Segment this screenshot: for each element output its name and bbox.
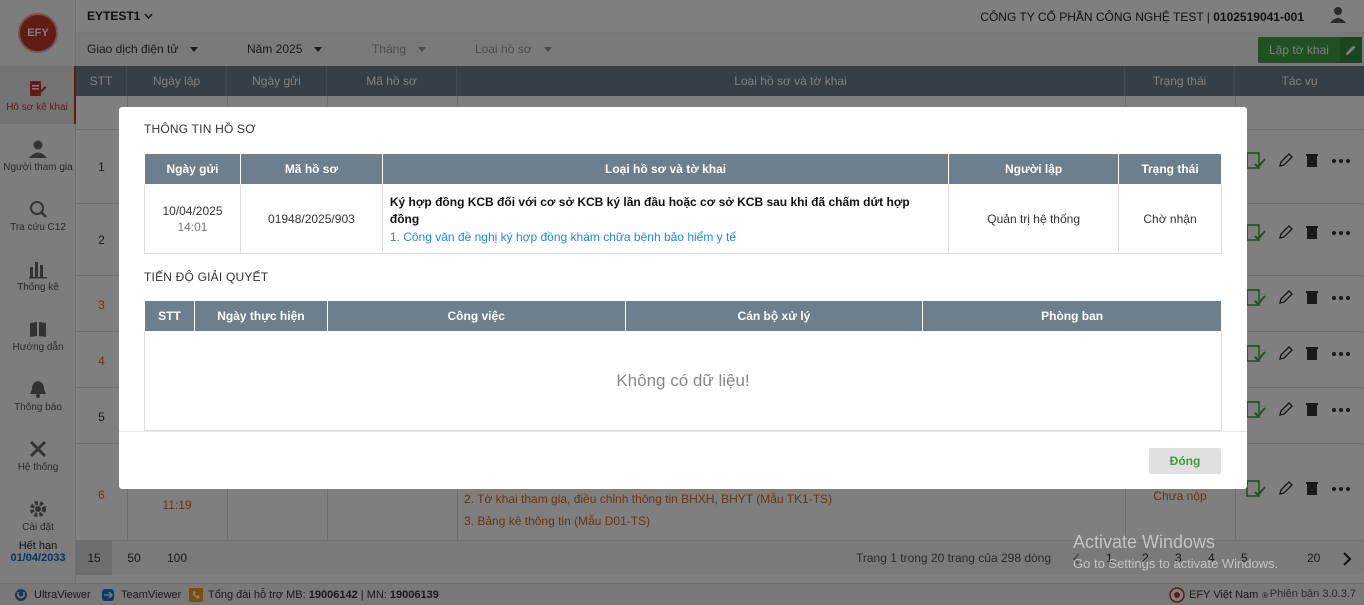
info-type-title: Ký hợp đồng KCB đối với cơ sở KCB ký lần… xyxy=(389,195,910,226)
windows-watermark-subtitle: Go to Settings to activate Windows. xyxy=(1073,556,1279,571)
windows-watermark-title: Activate Windows xyxy=(1073,532,1216,552)
progress-col-task: Công việc xyxy=(326,300,626,332)
empty-state: Không có dữ liệu! xyxy=(144,331,1222,431)
profile-info-table: Ngày gửi Mã hồ sơ Loại hồ sơ và tờ khai … xyxy=(144,153,1222,254)
info-col-creator: Người lập xyxy=(948,153,1120,185)
progress-col-stt: STT xyxy=(144,300,195,332)
modal-section-title-progress: TIẾN ĐỘ GIẢI QUYẾT xyxy=(144,270,269,284)
info-type-cell: Ký hợp đồng KCB đối với cơ sở KCB ký lần… xyxy=(381,184,950,254)
profile-info-modal: THÔNG TIN HỒ SƠ Ngày gửi Mã hồ sơ Loại h… xyxy=(119,107,1247,489)
info-time: 14:01 xyxy=(177,220,208,234)
info-col-type: Loại hồ sơ và tờ khai xyxy=(381,153,950,185)
info-sent-datetime: 10/04/2025 14:01 xyxy=(144,184,241,254)
info-date: 10/04/2025 xyxy=(162,204,223,218)
progress-col-department: Phòng ban xyxy=(922,300,1222,332)
info-creator: Quản trị hệ thống xyxy=(948,184,1120,254)
info-status: Chờ nhận xyxy=(1118,184,1222,254)
progress-col-date: Ngày thực hiện xyxy=(193,300,328,332)
info-col-status: Trạng thái xyxy=(1118,153,1222,185)
info-col-sent-date: Ngày gửi xyxy=(144,153,241,185)
close-button[interactable]: Đóng xyxy=(1149,448,1221,474)
info-code: 01948/2025/903 xyxy=(239,184,383,254)
modal-section-title-info: THÔNG TIN HỒ SƠ xyxy=(144,122,256,136)
info-col-code: Mã hồ sơ xyxy=(239,153,383,185)
progress-table: STT Ngày thực hiện Công việc Cán bộ xử l… xyxy=(144,300,1222,431)
info-row: 10/04/2025 14:01 01948/2025/903 Ký hợp đ… xyxy=(144,184,1222,254)
info-type-subitem[interactable]: 1. Công văn đề nghị ký hợp đồng khám chữ… xyxy=(390,230,941,244)
progress-col-officer: Cán bộ xử lý xyxy=(624,300,924,332)
